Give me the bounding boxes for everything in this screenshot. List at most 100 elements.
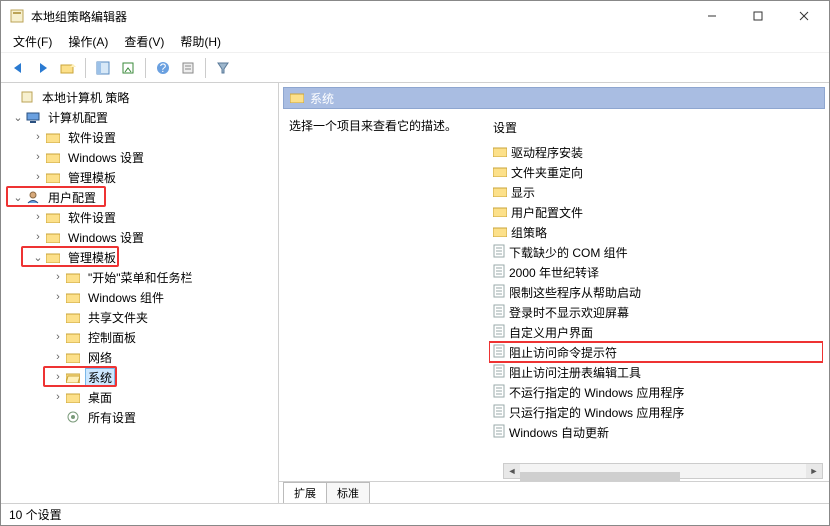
toolbar: ? [1, 53, 829, 83]
setting-item[interactable]: 登录时不显示欢迎屏幕 [489, 302, 823, 322]
expand-icon[interactable]: › [31, 151, 45, 163]
setting-item[interactable]: 显示 [489, 182, 823, 202]
setting-item[interactable]: 不运行指定的 Windows 应用程序 [489, 382, 823, 402]
setting-item[interactable]: 限制这些程序从帮助启动 [489, 282, 823, 302]
show-hide-tree-button[interactable] [92, 57, 114, 79]
details-pane: 系统 选择一个项目来查看它的描述。 设置 驱动程序安装文件夹重定向显示用户配置文… [279, 83, 829, 503]
tree-item[interactable]: ›桌面 [3, 387, 276, 407]
policy-page-icon [493, 244, 505, 261]
expand-icon[interactable]: › [31, 171, 45, 183]
tree-user-config[interactable]: ⌄ 用户配置 [3, 187, 276, 207]
expand-icon[interactable]: › [31, 211, 45, 223]
tree-label: 控制面板 [85, 328, 139, 347]
tree-label: 管理模板 [65, 248, 119, 267]
tree-item[interactable]: › 控制面板 [3, 327, 276, 347]
help-button[interactable]: ? [152, 57, 174, 79]
settings-icon [65, 409, 81, 425]
setting-item[interactable]: 只运行指定的 Windows 应用程序 [489, 402, 823, 422]
titlebar: 本地组策略编辑器 [1, 1, 829, 31]
policy-page-icon [493, 344, 505, 361]
folder-icon [45, 229, 61, 245]
filter-button[interactable] [212, 57, 234, 79]
folder-icon [65, 269, 81, 285]
tab-standard[interactable]: 标准 [326, 482, 370, 503]
tree-pane[interactable]: 本地计算机 策略 ⌄ 计算机配置 ›软件设置 ›Windows 设置 ›管理模板… [1, 83, 279, 503]
tree-system[interactable]: › 系统 [3, 367, 276, 387]
description-text: 选择一个项目来查看它的描述。 [289, 119, 457, 133]
scroll-left-button[interactable]: ◄ [504, 464, 520, 478]
status-text: 10 个设置 [9, 506, 62, 523]
tree-item[interactable]: ›管理模板 [3, 167, 276, 187]
menu-file[interactable]: 文件(F) [7, 31, 58, 52]
tree-label: Windows 设置 [65, 148, 147, 167]
folder-open-icon [65, 369, 81, 385]
horizontal-scrollbar[interactable]: ◄ ► [503, 463, 823, 479]
setting-item[interactable]: 文件夹重定向 [489, 162, 823, 182]
setting-item[interactable]: 自定义用户界面 [489, 322, 823, 342]
setting-item[interactable]: 驱动程序安装 [489, 142, 823, 162]
tree-label: 软件设置 [65, 208, 119, 227]
setting-item[interactable]: 下载缺少的 COM 组件 [489, 242, 823, 262]
tree-label: 软件设置 [65, 128, 119, 147]
setting-label: 阻止访问注册表编辑工具 [509, 364, 641, 381]
expand-icon[interactable]: › [51, 351, 65, 363]
folder-icon [45, 149, 61, 165]
svg-text:?: ? [160, 61, 167, 75]
setting-item[interactable]: 阻止访问注册表编辑工具 [489, 362, 823, 382]
expand-icon[interactable]: › [51, 291, 65, 303]
tree-item[interactable]: › "开始"菜单和任务栏 [3, 267, 276, 287]
tree-item[interactable]: 共享文件夹 [3, 307, 276, 327]
tree-item[interactable]: › 软件设置 [3, 127, 276, 147]
setting-item[interactable]: 组策略 [489, 222, 823, 242]
tree-computer-config[interactable]: ⌄ 计算机配置 [3, 107, 276, 127]
properties-button[interactable] [177, 57, 199, 79]
tab-extended[interactable]: 扩展 [283, 482, 327, 503]
menu-help[interactable]: 帮助(H) [174, 31, 227, 52]
tree-label: 网络 [85, 348, 115, 367]
settings-list[interactable]: 驱动程序安装文件夹重定向显示用户配置文件组策略下载缺少的 COM 组件2000 … [489, 142, 823, 461]
expand-icon[interactable]: › [31, 231, 45, 243]
tree-item[interactable]: › 网络 [3, 347, 276, 367]
tree-item[interactable]: › Windows 设置 [3, 147, 276, 167]
back-button[interactable] [7, 57, 29, 79]
setting-label: 组策略 [511, 224, 547, 241]
user-icon [25, 189, 41, 205]
up-button[interactable] [57, 57, 79, 79]
forward-button[interactable] [32, 57, 54, 79]
menu-action[interactable]: 操作(A) [62, 31, 114, 52]
folder-icon [65, 329, 81, 345]
tree-admin-templates[interactable]: ⌄ 管理模板 [3, 247, 276, 267]
expand-icon[interactable]: › [31, 131, 45, 143]
tree-item[interactable]: › 软件设置 [3, 207, 276, 227]
expand-icon[interactable]: › [51, 271, 65, 283]
expand-icon[interactable]: ⌄ [11, 191, 25, 204]
scroll-thumb[interactable] [520, 472, 680, 481]
expand-icon[interactable]: ⌄ [11, 111, 25, 124]
details-title: 系统 [310, 90, 334, 107]
minimize-button[interactable] [689, 1, 735, 31]
tree-item[interactable]: ›Windows 组件 [3, 287, 276, 307]
expand-icon[interactable]: › [51, 371, 65, 383]
setting-item[interactable]: 用户配置文件 [489, 202, 823, 222]
setting-item[interactable]: 阻止访问命令提示符 [489, 342, 823, 362]
tree-item[interactable]: ›Windows 设置 [3, 227, 276, 247]
expand-icon[interactable]: › [51, 391, 65, 403]
setting-item[interactable]: Windows 自动更新 [489, 422, 823, 442]
close-button[interactable] [781, 1, 827, 31]
tree-label: 计算机配置 [45, 108, 111, 127]
expand-icon[interactable]: › [51, 331, 65, 343]
settings-header[interactable]: 设置 [489, 117, 823, 142]
maximize-button[interactable] [735, 1, 781, 31]
menu-view[interactable]: 查看(V) [118, 31, 170, 52]
folder-icon [493, 145, 507, 160]
tree-root[interactable]: 本地计算机 策略 [3, 87, 276, 107]
tree-item[interactable]: 所有设置 [3, 407, 276, 427]
tree-label: "开始"菜单和任务栏 [85, 268, 196, 287]
details-body: 选择一个项目来查看它的描述。 设置 驱动程序安装文件夹重定向显示用户配置文件组策… [279, 109, 829, 481]
app-icon [9, 8, 25, 24]
setting-item[interactable]: 2000 年世纪转译 [489, 262, 823, 282]
export-list-button[interactable] [117, 57, 139, 79]
window-title: 本地组策略编辑器 [31, 8, 689, 25]
scroll-right-button[interactable]: ► [806, 464, 822, 478]
expand-icon[interactable]: ⌄ [31, 251, 45, 264]
